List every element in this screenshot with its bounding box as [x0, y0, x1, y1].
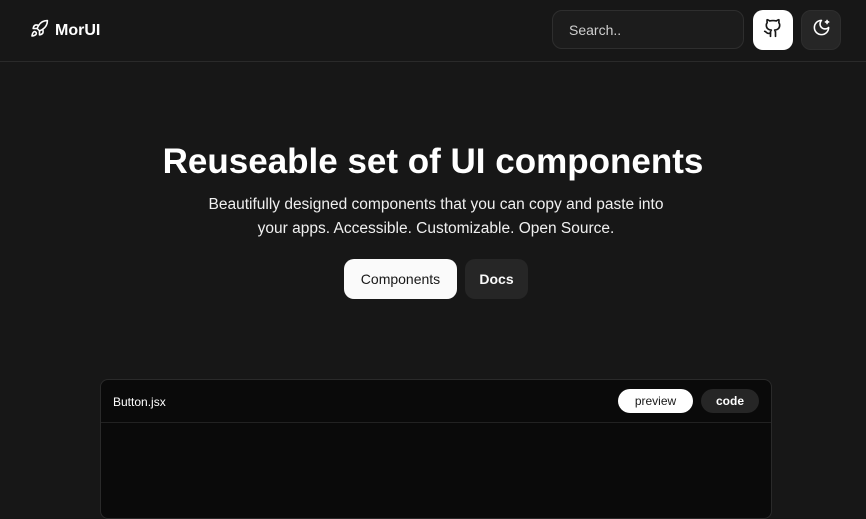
docs-button[interactable]: Docs [465, 259, 528, 299]
github-button[interactable] [753, 10, 793, 50]
theme-toggle-button[interactable] [801, 10, 841, 50]
tab-code[interactable]: code [701, 389, 759, 413]
brand-name: MorUI [55, 22, 101, 39]
hero-subtitle: Beautifully designed components that you… [208, 196, 664, 237]
rocket-icon [30, 19, 49, 43]
top-navbar: MorUI [0, 0, 866, 62]
panel-toolbar: Button.jsx preview code [101, 380, 771, 423]
tab-preview[interactable]: preview [618, 389, 693, 413]
components-button[interactable]: Components [344, 259, 457, 299]
search-input[interactable] [552, 10, 744, 49]
brand-logo[interactable]: MorUI [30, 19, 100, 43]
github-icon [763, 18, 783, 43]
file-name: Button.jsx [113, 395, 166, 409]
hero-title: Reuseable set of UI components [162, 142, 704, 181]
moon-sparkle-icon [812, 18, 831, 42]
component-preview-panel: Button.jsx preview code [100, 379, 772, 519]
